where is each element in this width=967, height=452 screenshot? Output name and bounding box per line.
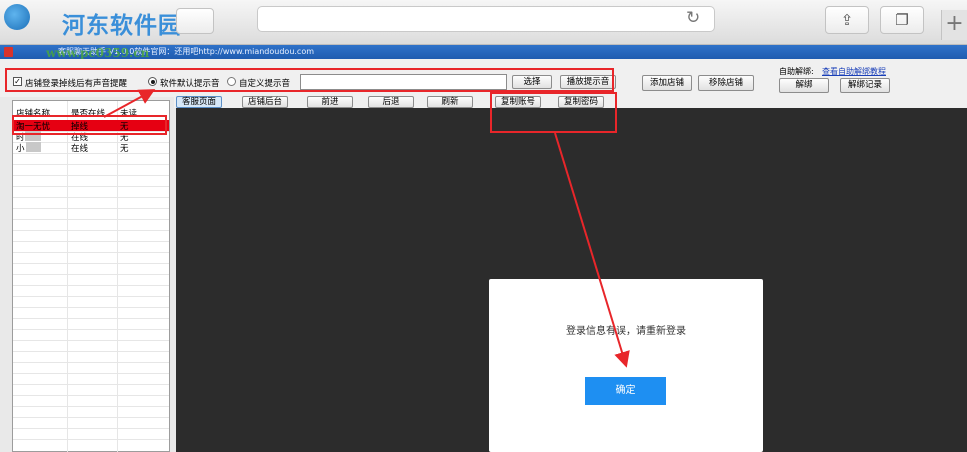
annotation-arrow-toolbar [103, 89, 156, 118]
annotation-arrow-dialog [554, 132, 630, 368]
annotation-arrows [103, 89, 630, 368]
